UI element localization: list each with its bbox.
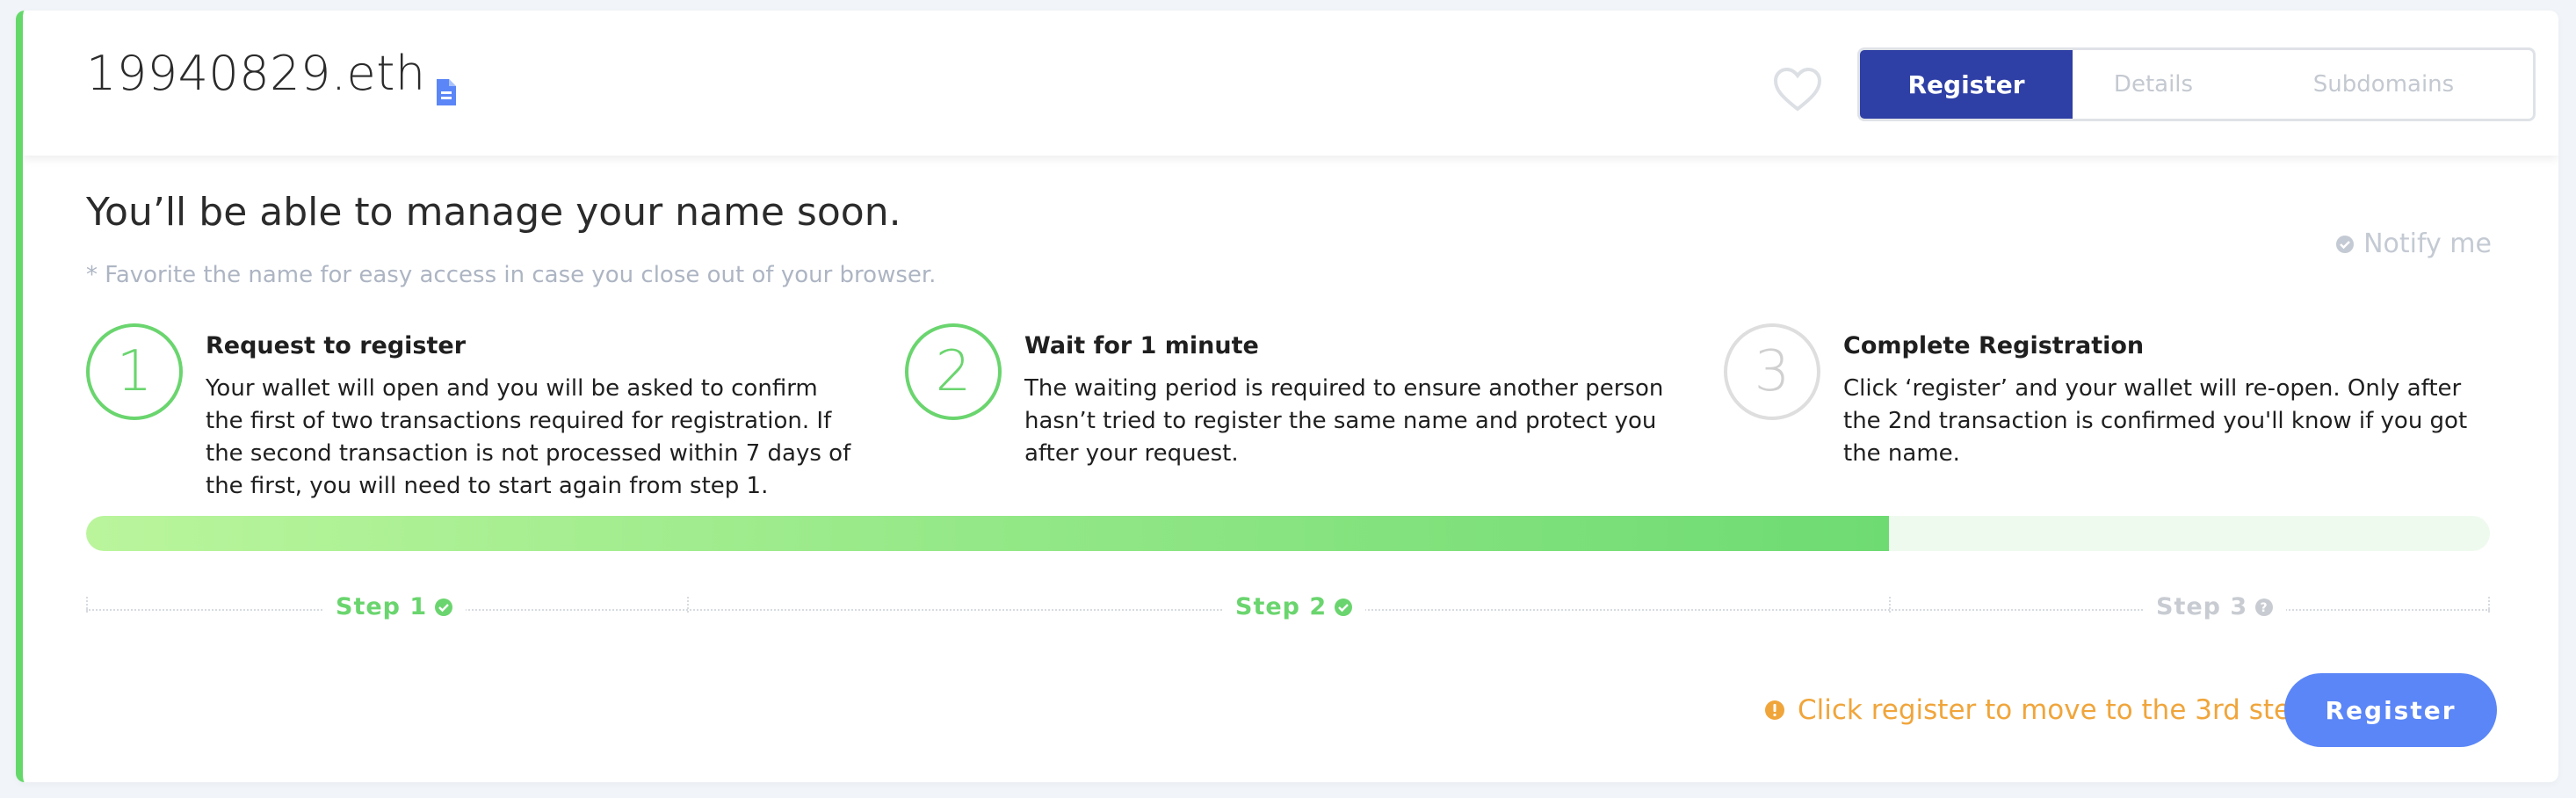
step-description: Your wallet will open and you will be as… xyxy=(206,375,851,499)
registration-progress-bar xyxy=(86,516,2490,551)
domain-name-text: 19940829.eth xyxy=(86,46,426,101)
tab-register[interactable]: Register xyxy=(1860,50,2073,119)
step-title: Wait for 1 minute xyxy=(1024,332,1259,359)
domain-registration-card: 19940829.eth Register Details Subdomains… xyxy=(16,11,2558,782)
timeline-step-3: Step 3 ? xyxy=(2144,593,2287,620)
timeline-step-2: Step 2 xyxy=(1223,593,1366,620)
progress-bar-fill xyxy=(86,516,1889,551)
check-circle-icon xyxy=(435,598,453,616)
question-circle-icon: ? xyxy=(2255,598,2274,616)
step-title: Complete Registration xyxy=(1843,332,2145,359)
step-number-circle: 3 xyxy=(1724,323,1820,420)
page-subtitle: * Favorite the name for easy access in c… xyxy=(86,262,937,288)
tab-details[interactable]: Details xyxy=(2073,50,2234,119)
favorite-heart-icon[interactable] xyxy=(1773,67,1822,112)
timeline-step-label: Step 1 xyxy=(336,593,428,620)
domain-title: 19940829.eth xyxy=(86,46,459,105)
step-number-circle: 1 xyxy=(86,323,183,420)
check-circle-icon xyxy=(2336,235,2355,253)
tab-subdomains[interactable]: Subdomains xyxy=(2234,50,2533,119)
step-description: Click ‘register’ and your wallet will re… xyxy=(1843,375,2468,467)
register-button[interactable]: Register xyxy=(2284,673,2497,747)
notify-me-label: Notify me xyxy=(2363,229,2492,259)
copy-document-icon[interactable] xyxy=(433,63,459,105)
notify-me-button[interactable]: Notify me xyxy=(2335,229,2492,259)
step-title: Request to register xyxy=(206,332,467,359)
register-hint-text: Click register to move to the 3rd step xyxy=(1798,694,2308,726)
page-title: You’ll be able to manage your name soon. xyxy=(86,190,901,235)
domain-header: 19940829.eth Register Details Subdomains xyxy=(23,11,2558,156)
check-circle-icon xyxy=(1335,598,1353,616)
alert-circle-icon xyxy=(1765,700,1784,720)
register-hint: Click register to move to the 3rd step xyxy=(1764,694,2308,726)
domain-tabs: Register Details Subdomains xyxy=(1857,47,2536,121)
timeline-step-label: Step 3 xyxy=(2156,593,2248,620)
timeline-step-1: Step 1 xyxy=(323,593,467,620)
step-description: The waiting period is required to ensure… xyxy=(1024,375,1664,467)
step-timeline: Step 1 Step 2 Step 3 ? xyxy=(86,586,2490,621)
step-number-circle: 2 xyxy=(905,323,1002,420)
svg-text:?: ? xyxy=(2261,601,2268,615)
timeline-step-label: Step 2 xyxy=(1235,593,1328,620)
